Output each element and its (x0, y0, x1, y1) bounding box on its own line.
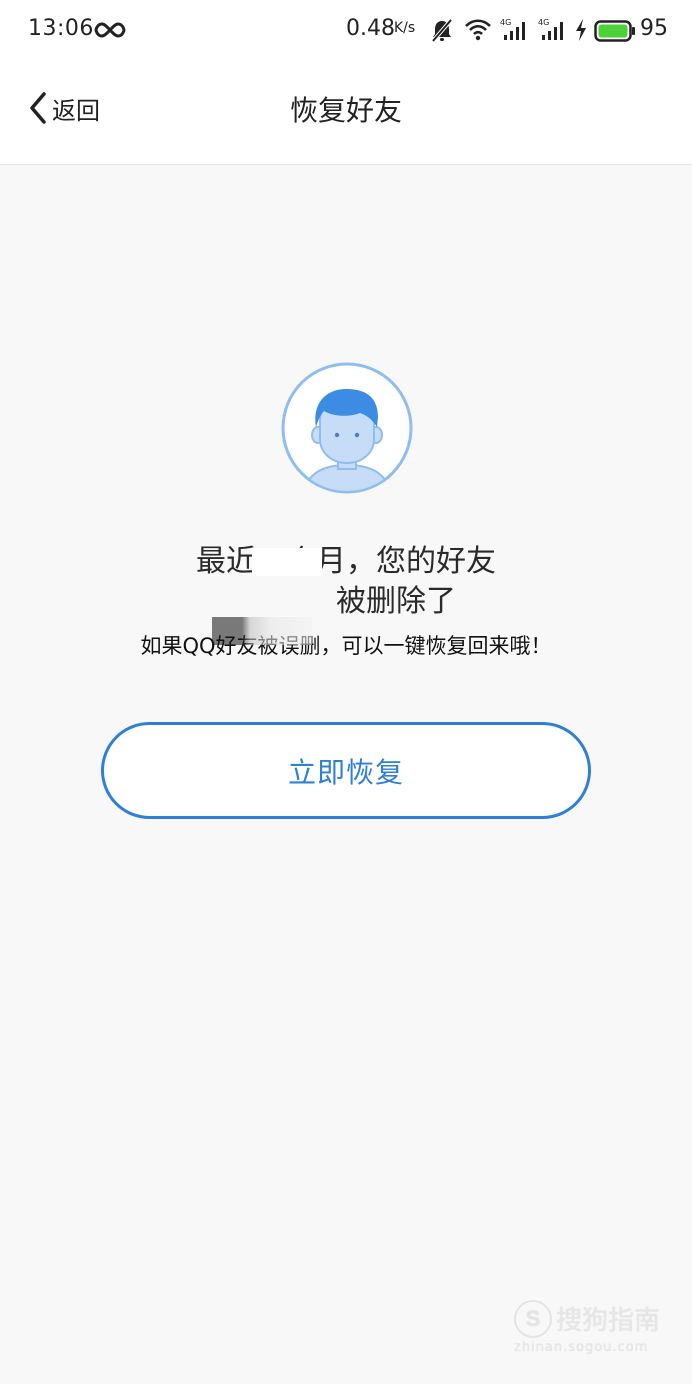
svg-text:4G: 4G (500, 18, 511, 27)
restore-button[interactable]: 立即恢复 (101, 722, 591, 819)
signal-4g-icon: 4G (500, 18, 525, 40)
net-speed-unit: K/s (394, 20, 416, 36)
redaction-mask (252, 548, 322, 576)
battery-fill (598, 24, 628, 38)
headline-line1: 最近一个月，您的好友 (196, 544, 496, 579)
restore-button-label: 立即恢复 (287, 755, 404, 789)
status-bar: 13:06 0.48 K/s 4G 4G 95 (0, 0, 692, 62)
status-time: 13:06 (28, 16, 94, 41)
headline-line2: 被删除了 (336, 584, 456, 619)
battery-level: 95 (640, 16, 668, 41)
subtitle: 如果QQ好友被误删，可以一键恢复回来哦！ (140, 634, 552, 658)
wifi-icon (465, 19, 491, 41)
user-avatar-icon (281, 362, 413, 494)
net-speed: 0.48 (346, 16, 395, 41)
sogou-logo-icon: S (514, 1300, 552, 1338)
signal-4g-icon: 4G (538, 18, 563, 40)
page-title: 恢复好友 (289, 94, 402, 127)
watermark: S 搜狗指南 zhinan.sogou.com (514, 1296, 674, 1360)
svg-text:4G: 4G (538, 18, 549, 27)
nav-bar: 返回 恢复好友 (0, 62, 692, 165)
mute-icon (431, 18, 453, 43)
redaction-mask (212, 617, 312, 645)
infinity-icon (94, 22, 126, 38)
charging-icon (576, 19, 586, 41)
battery-icon (594, 20, 635, 42)
watermark-text: 搜狗指南 (556, 1306, 661, 1336)
watermark-url: zhinan.sogou.com (514, 1340, 649, 1355)
